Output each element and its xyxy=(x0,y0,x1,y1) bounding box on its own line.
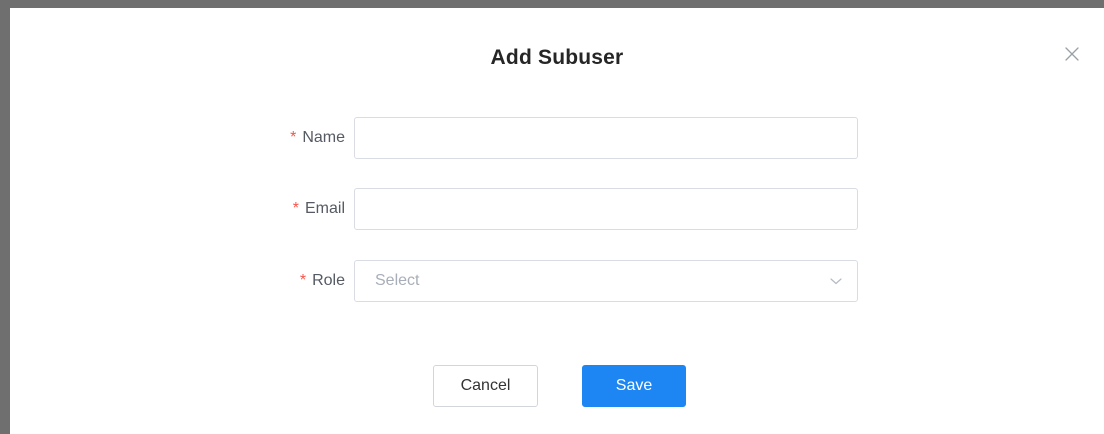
email-label-text: Email xyxy=(304,200,345,217)
role-label: * Role xyxy=(300,260,345,302)
email-field[interactable] xyxy=(354,188,858,230)
role-row: * Role Select xyxy=(10,260,1104,302)
name-row: * Name xyxy=(10,117,1104,159)
role-select-placeholder: Select xyxy=(375,272,420,289)
save-button[interactable]: Save xyxy=(582,365,686,407)
required-marker: * xyxy=(299,272,307,289)
name-label: * Name xyxy=(290,117,345,159)
email-label: * Email xyxy=(293,188,345,230)
cancel-button[interactable]: Cancel xyxy=(433,365,538,407)
dialog-title: Add Subuser xyxy=(490,46,624,69)
required-marker: * xyxy=(292,200,299,217)
required-marker: * xyxy=(290,129,297,146)
add-subuser-dialog: Add Subuser * Name * Email * Role Select xyxy=(10,8,1104,434)
name-label-text: Name xyxy=(302,129,345,146)
role-select[interactable]: Select xyxy=(354,260,858,302)
email-row: * Email xyxy=(10,188,1104,230)
role-label-text: Role xyxy=(312,272,345,289)
close-icon[interactable] xyxy=(1064,46,1080,62)
chevron-down-icon xyxy=(829,275,843,287)
name-field[interactable] xyxy=(354,117,858,159)
